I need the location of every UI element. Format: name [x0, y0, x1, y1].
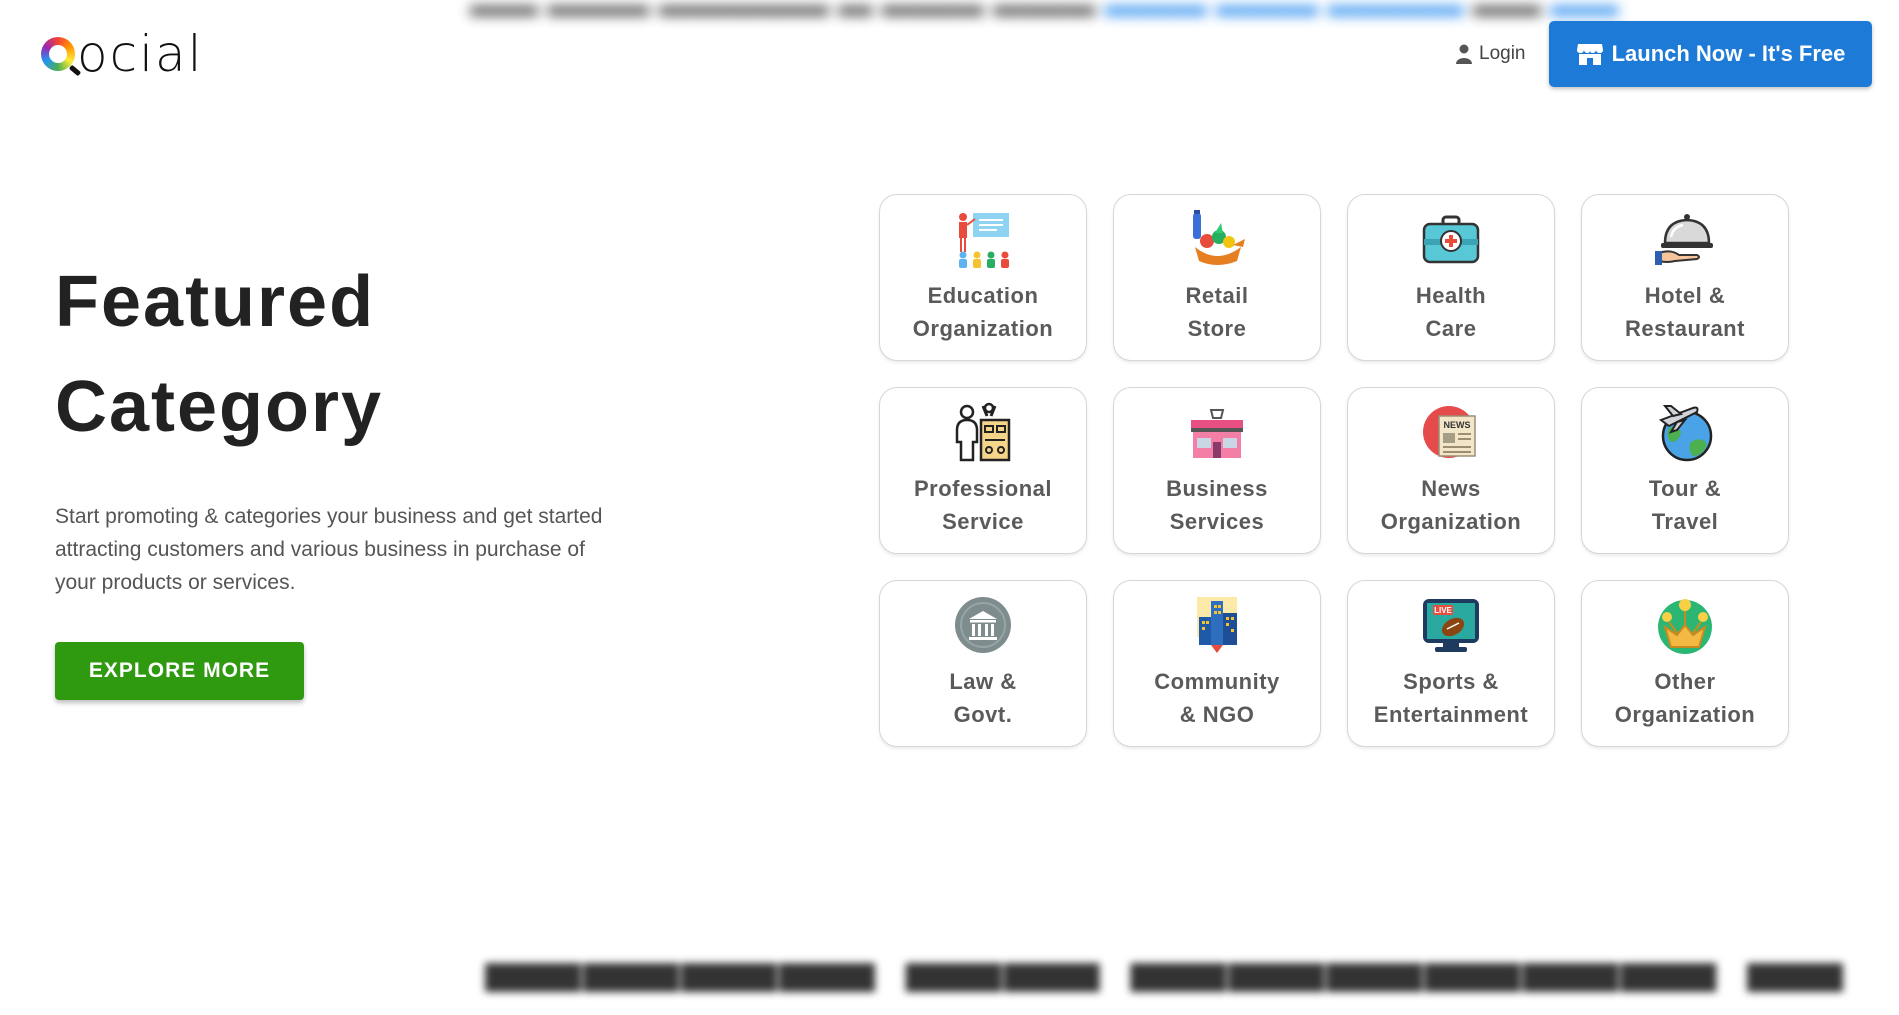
category-label: Business Services [1166, 476, 1268, 534]
login-link[interactable]: Login [1456, 40, 1526, 68]
category-label: Community & NGO [1154, 669, 1280, 727]
live-tv-icon: LIVE [1423, 599, 1479, 652]
launch-now-button[interactable]: Launch Now - It's Free [1549, 21, 1872, 87]
category-label: Hotel & Restaurant [1625, 283, 1745, 341]
store-icon [1576, 44, 1603, 65]
category-card-other[interactable]: Other Organization [1581, 580, 1789, 747]
blurred-heading-fragment: ▬▬ ▬▬▬ ▬▬▬▬▬ ▬ ▬▬▬ ▬▬▬ ▬▬▬ ▬▬▬ ▬▬▬▬ ▬▬ ▬… [470, 0, 1619, 24]
logo-q-icon [41, 37, 75, 71]
category-card-health[interactable]: Health Care [1347, 194, 1555, 361]
category-card-retail[interactable]: Retail Store [1113, 194, 1321, 361]
category-card-hotel[interactable]: Hotel & Restaurant [1581, 194, 1789, 361]
education-icon [959, 213, 1009, 268]
category-label: Tour & Travel [1648, 476, 1722, 534]
courthouse-icon [955, 597, 1011, 653]
category-card-community[interactable]: Community & NGO [1113, 580, 1321, 747]
login-label: Login [1479, 43, 1526, 64]
category-label: Retail Store [1185, 283, 1249, 341]
category-grid: Education Organization Retail Store Heal… [879, 194, 1789, 747]
category-label: News Organization [1380, 476, 1522, 534]
grocery-icon [1193, 210, 1245, 265]
category-label: Health Care [1415, 283, 1487, 341]
category-label: Other Organization [1614, 669, 1756, 727]
category-label: Law & Govt. [949, 669, 1017, 727]
category-card-tour[interactable]: Tour & Travel [1581, 387, 1789, 554]
category-card-sports[interactable]: LIVE Sports & Entertainment [1347, 580, 1555, 747]
professional-icon [955, 402, 1011, 462]
launch-now-label: Launch Now - It's Free [1611, 41, 1846, 66]
newspaper-icon: NEWS [1423, 406, 1476, 458]
medical-kit-icon [1422, 215, 1480, 264]
qocial-logo[interactable]: ocial [41, 25, 204, 83]
svg-text:NEWS: NEWS [1444, 420, 1471, 430]
category-card-business[interactable]: Business Services [1113, 387, 1321, 554]
title-line-2: Category [55, 367, 384, 447]
category-label: Sports & Entertainment [1373, 669, 1529, 727]
category-label: Education Organization [912, 283, 1054, 341]
shop-icon [1191, 409, 1243, 458]
category-card-news[interactable]: NEWS News Organization [1347, 387, 1555, 554]
cloche-icon [1655, 214, 1713, 265]
svg-text:LIVE: LIVE [1434, 606, 1452, 615]
globe-plane-icon [1658, 405, 1713, 462]
user-icon [1456, 44, 1472, 64]
category-card-professional[interactable]: Professional Service [879, 387, 1087, 554]
logo-text: ocial [77, 25, 204, 83]
explore-more-button[interactable]: EXPLORE MORE [55, 642, 304, 700]
category-card-education[interactable]: Education Organization [879, 194, 1087, 361]
title-line-1: Featured [55, 262, 376, 342]
category-card-law[interactable]: Law & Govt. [879, 580, 1087, 747]
page-title: Featured Category [55, 250, 383, 460]
ideas-icon [1658, 599, 1712, 654]
buildings-icon [1197, 597, 1237, 653]
category-label: Professional Service [913, 476, 1053, 534]
blurred-section-heading: ▬▬▬▬ ▬▬ ▬▬▬▬▬▬ ▬ [485, 906, 1846, 1013]
hero-description: Start promoting & categories your busine… [55, 505, 603, 594]
